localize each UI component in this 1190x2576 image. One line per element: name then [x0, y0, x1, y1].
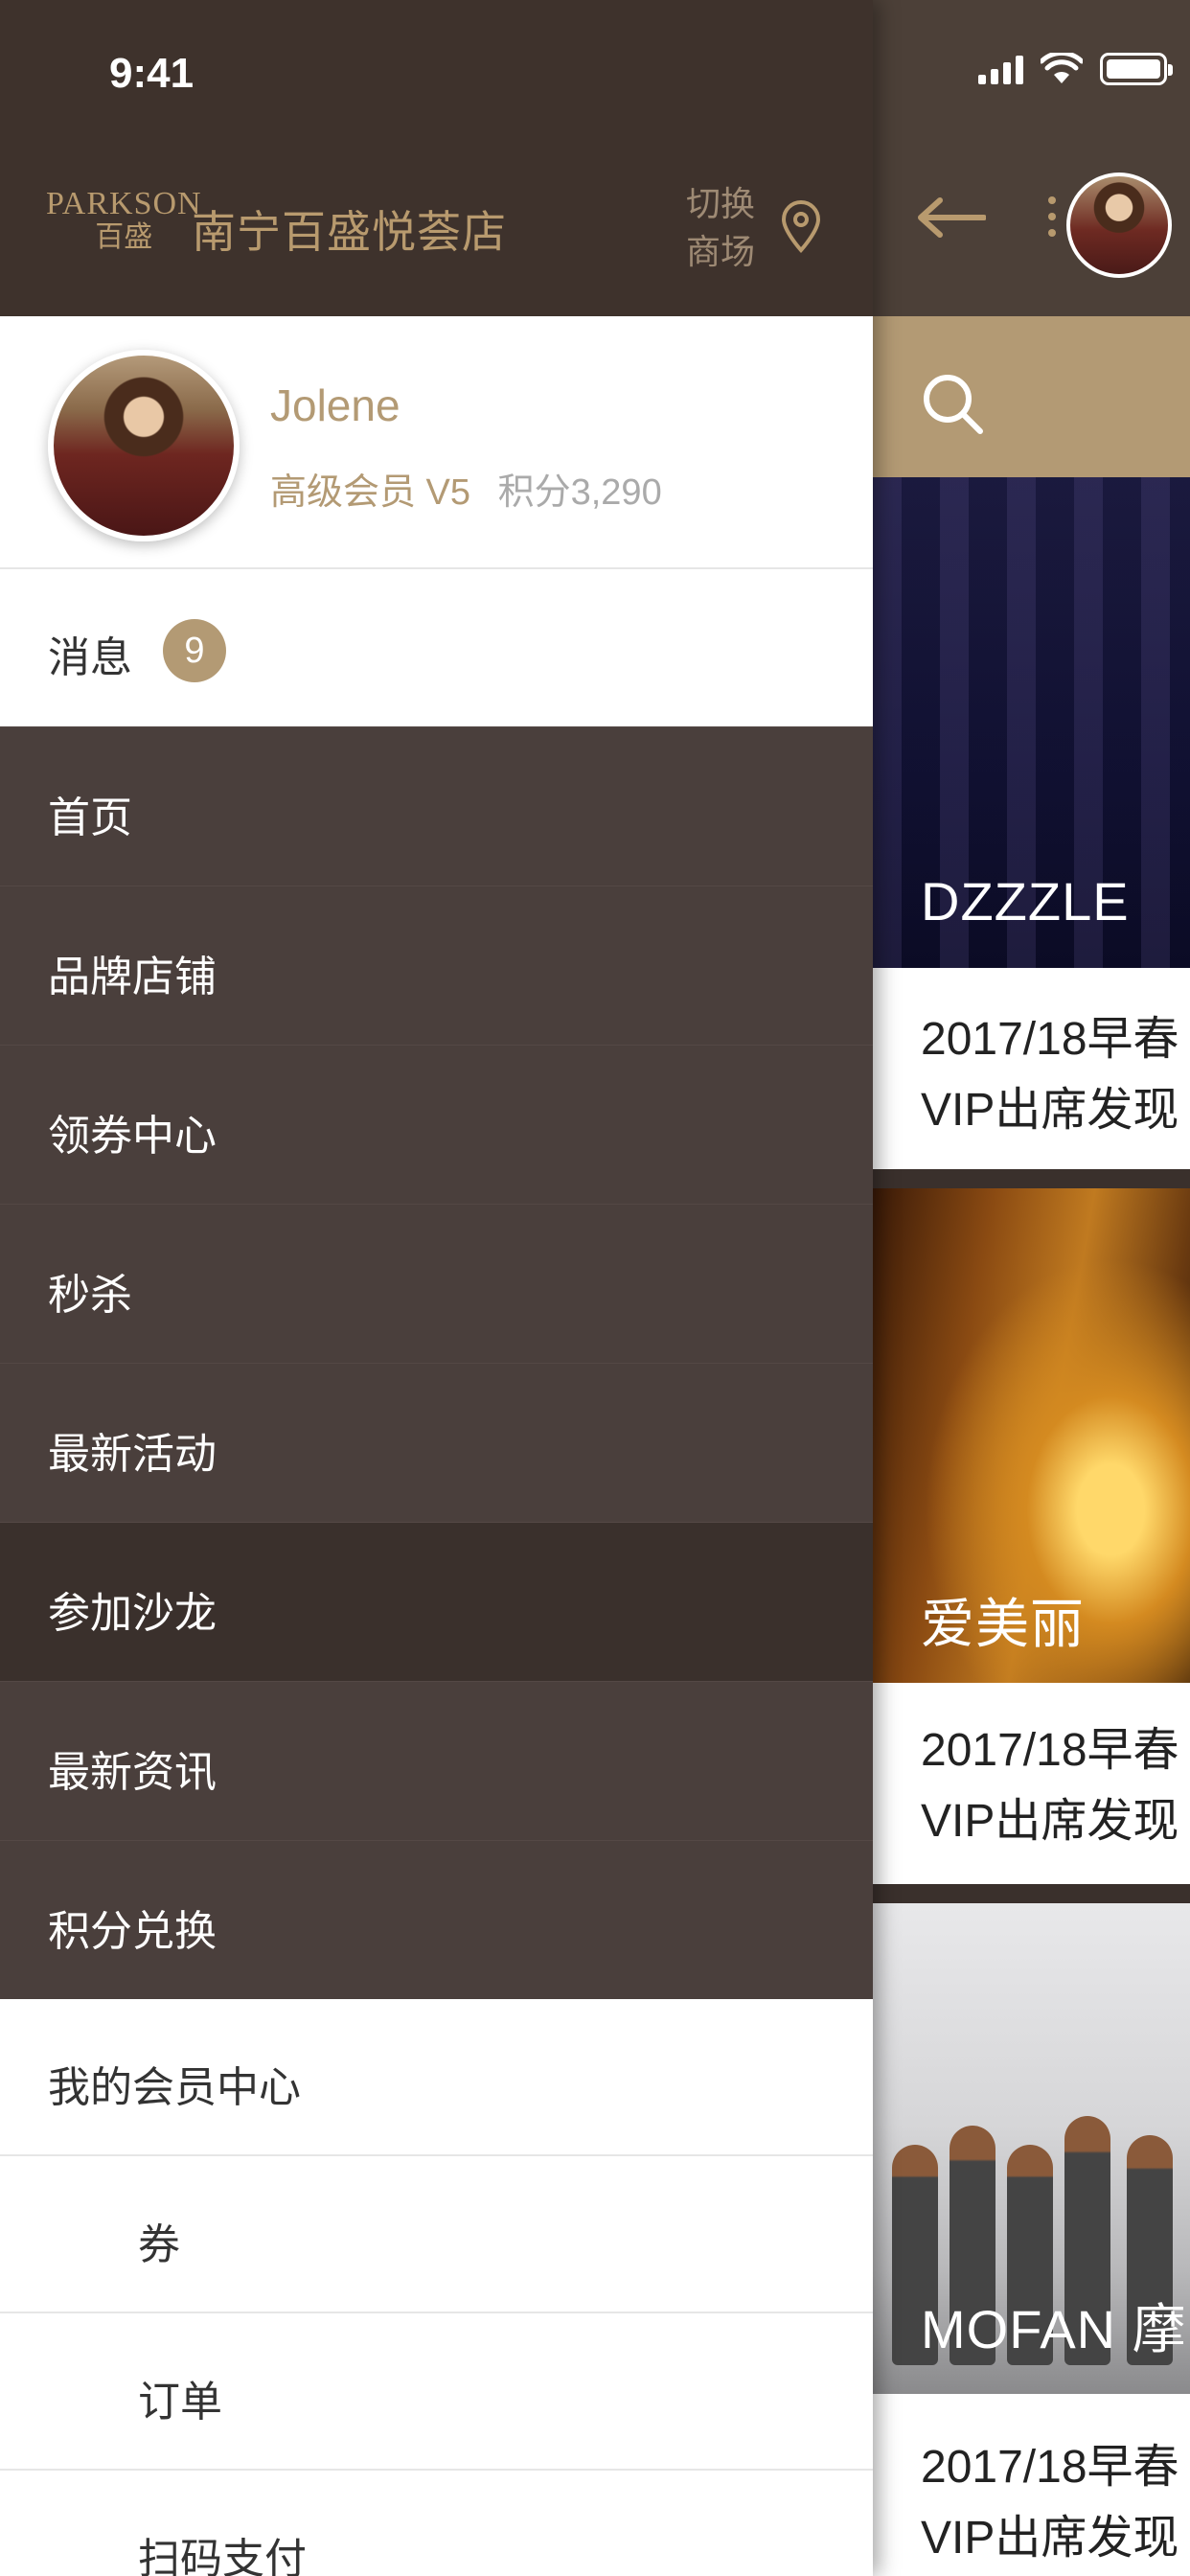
- member-points: 积分3,290: [497, 472, 662, 513]
- search-icon[interactable]: [921, 372, 986, 437]
- menu-item-label: 最新活动: [48, 1431, 217, 1478]
- main-content-panel: DZZZLE 2017/18早春 VIP出席发现 爱美丽 2017/18早春 V…: [873, 0, 1190, 2576]
- status-icons: [978, 53, 1173, 85]
- menu-item-label: 参加沙龙: [48, 1590, 217, 1637]
- back-arrow-icon[interactable]: [917, 196, 986, 239]
- more-icon[interactable]: [1048, 196, 1056, 237]
- card-desc-line: 2017/18早春: [921, 2442, 1179, 2493]
- content-header: [873, 0, 1190, 316]
- card-desc-line: VIP出席发现: [921, 2513, 1179, 2564]
- menu-item-brand-stores[interactable]: 品牌店铺: [0, 886, 873, 1045]
- menu-item-latest-news[interactable]: 最新资讯: [0, 1681, 873, 1840]
- card-description[interactable]: 2017/18早春 VIP出席发现: [873, 1683, 1190, 1884]
- account-item-label: 我的会员中心: [48, 2064, 301, 2111]
- drawer-header: 9:41 PARKSON 百盛 南宁百盛悦荟店 切换 商场: [0, 0, 873, 316]
- messages-count-badge: 9: [163, 619, 226, 682]
- member-level: 高级会员 V5: [270, 472, 471, 513]
- status-time: 9:41: [109, 50, 195, 97]
- account-item-coupons[interactable]: 券: [0, 2156, 873, 2313]
- parkson-logo: PARKSON 百盛: [46, 186, 202, 254]
- card-desc-line: VIP出席发现: [921, 1085, 1179, 1136]
- avatar[interactable]: [48, 350, 240, 541]
- card-title: DZZZLE: [921, 871, 1130, 932]
- location-pin-icon[interactable]: [780, 199, 822, 253]
- card-desc-line: 2017/18早春: [921, 1014, 1179, 1065]
- signal-icon: [978, 54, 1023, 84]
- side-drawer: 9:41 PARKSON 百盛 南宁百盛悦荟店 切换 商场 Jolene 高级会…: [0, 0, 873, 2576]
- store-name: 南宁百盛悦荟店: [192, 207, 507, 257]
- card-title: MOFAN 摩: [921, 2299, 1187, 2359]
- account-item-orders[interactable]: 订单: [0, 2313, 873, 2471]
- wifi-icon: [1041, 53, 1083, 83]
- card-description[interactable]: 2017/18早春 VIP出席发现: [873, 2394, 1190, 2576]
- header-avatar[interactable]: [1066, 172, 1172, 278]
- battery-icon: [1100, 53, 1173, 85]
- menu-item-label: 品牌店铺: [48, 954, 217, 1000]
- menu-item-home[interactable]: 首页: [0, 726, 873, 886]
- menu-item-points-exchange[interactable]: 积分兑换: [0, 1840, 873, 1999]
- my-member-center[interactable]: 我的会员中心: [0, 1999, 873, 2156]
- menu-item-coupon-center[interactable]: 领券中心: [0, 1045, 873, 1204]
- switch-label-line2: 商场: [686, 232, 756, 271]
- user-name: Jolene: [270, 380, 400, 430]
- card-description[interactable]: 2017/18早春 VIP出席发现: [873, 968, 1190, 1169]
- card-title: 爱美丽: [921, 1594, 1085, 1654]
- account-item-label: 券: [138, 2221, 180, 2268]
- account-item-label: 订单: [138, 2379, 222, 2426]
- menu-item-flash-sale[interactable]: 秒杀: [0, 1204, 873, 1363]
- search-bar[interactable]: [873, 316, 1190, 477]
- member-center-section: 我的会员中心 券 订单 扫码支付: [0, 1999, 873, 2576]
- switch-mall-button[interactable]: 切换 商场: [686, 180, 755, 276]
- menu-item-label: 领券中心: [48, 1113, 217, 1160]
- menu-item-label: 积分兑换: [48, 1908, 217, 1955]
- card-image[interactable]: MOFAN 摩: [873, 1903, 1190, 2394]
- profile-section[interactable]: Jolene 高级会员 V5 积分3,290: [0, 316, 873, 569]
- menu-item-label: 首页: [48, 794, 132, 841]
- card-image[interactable]: 爱美丽: [873, 1188, 1190, 1683]
- account-item-label: 扫码支付: [138, 2536, 307, 2576]
- switch-label-line1: 切换: [686, 184, 756, 223]
- member-info: 高级会员 V5 积分3,290: [270, 462, 662, 515]
- menu-item-label: 最新资讯: [48, 1749, 217, 1796]
- menu-item-join-salon[interactable]: 参加沙龙: [0, 1522, 873, 1681]
- menu-item-latest-events[interactable]: 最新活动: [0, 1363, 873, 1522]
- account-item-scan-pay[interactable]: 扫码支付: [0, 2471, 873, 2576]
- messages-row[interactable]: 消息: [0, 569, 873, 726]
- messages-label: 消息: [48, 634, 132, 681]
- nav-menu: 首页 品牌店铺 领券中心 秒杀 最新活动 参加沙龙 最新资讯 积分兑换: [0, 726, 873, 1999]
- card-image[interactable]: DZZZLE: [873, 477, 1190, 968]
- card-desc-line: 2017/18早春: [921, 1725, 1179, 1776]
- menu-item-label: 秒杀: [48, 1272, 132, 1319]
- card-desc-line: VIP出席发现: [921, 1796, 1179, 1847]
